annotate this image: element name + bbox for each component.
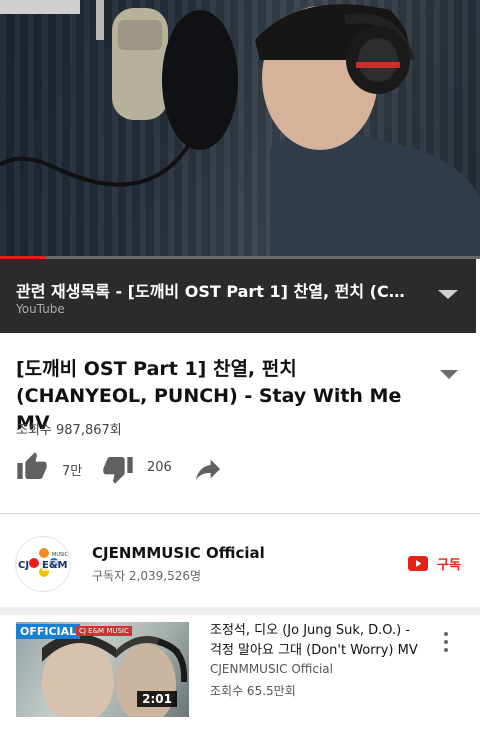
expand-description-icon[interactable] xyxy=(440,370,458,379)
scroll-edge xyxy=(476,259,480,333)
related-video-views: 조회수 65.5만회 xyxy=(210,684,296,698)
related-video-thumbnail[interactable]: OFFICIAL CJ E&M MUSIC 2:01 xyxy=(16,622,189,717)
avatar-text-right: E&M xyxy=(42,560,68,571)
related-playlist-bar[interactable]: 관련 재생목록 - [도깨비 OST Part 1] 찬열, 펀치 (CHANY… xyxy=(0,259,476,333)
youtube-play-icon xyxy=(408,555,428,571)
label-tag: CJ E&M MUSIC xyxy=(76,626,132,636)
playlist-source: YouTube xyxy=(16,302,65,316)
video-player[interactable] xyxy=(0,0,480,258)
avatar-text-small: MUSIC xyxy=(52,552,69,558)
video-actions: 7만 206 xyxy=(0,448,480,490)
subscribe-label: 구독 xyxy=(437,557,461,573)
like-icon[interactable] xyxy=(16,451,48,483)
official-tag: OFFICIAL xyxy=(16,624,81,639)
related-video-channel: CJENMMUSIC Official xyxy=(210,662,333,676)
playlist-title: 관련 재생목록 - [도깨비 OST Part 1] 찬열, 펀치 (CHANY… xyxy=(16,282,416,301)
more-options-icon[interactable] xyxy=(441,632,451,654)
subscriber-count: 구독자 2,039,526명 xyxy=(92,569,202,583)
section-separator-band xyxy=(0,607,480,615)
dislike-count: 206 xyxy=(147,460,172,475)
dislike-icon[interactable] xyxy=(102,453,134,485)
section-divider xyxy=(0,513,480,514)
channel-avatar[interactable]: CJ E&M MUSIC xyxy=(15,536,71,592)
video-duration: 2:01 xyxy=(137,691,177,707)
subscribe-button[interactable]: 구독 xyxy=(408,553,461,573)
like-count: 7만 xyxy=(62,464,83,479)
related-video-title[interactable]: 조정석, 디오 (Jo Jung Suk, D.O.) - 걱정 말아요 그대 … xyxy=(210,621,425,661)
view-count: 조회수 987,867회 xyxy=(16,423,122,438)
avatar-text-left: CJ xyxy=(18,560,30,571)
share-icon[interactable] xyxy=(192,453,224,485)
chevron-down-icon[interactable] xyxy=(438,290,458,299)
channel-name[interactable]: CJENMMUSIC Official xyxy=(92,544,265,562)
video-frame xyxy=(0,0,480,258)
